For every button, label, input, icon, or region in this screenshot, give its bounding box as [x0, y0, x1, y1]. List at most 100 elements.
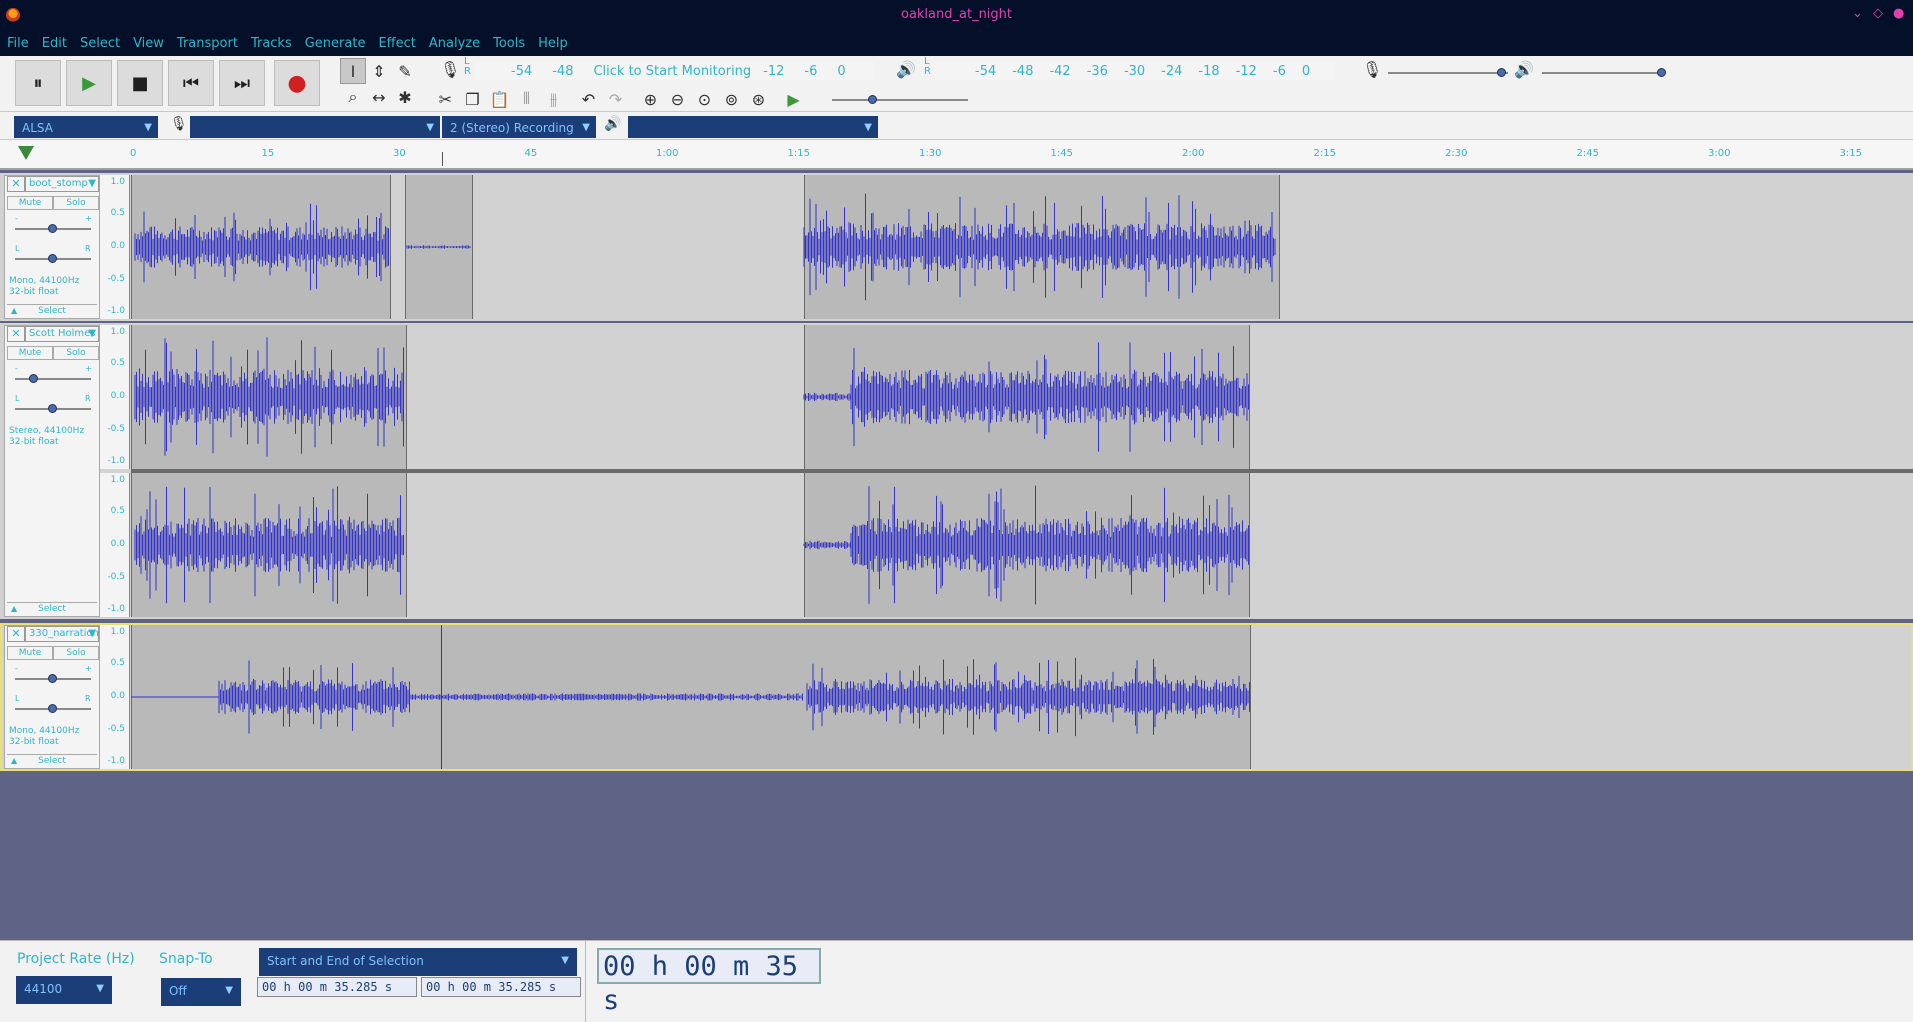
mute-button[interactable]: Mute	[7, 346, 53, 360]
track-name-menu[interactable]: Scott Holmes ▼	[25, 326, 99, 342]
menu-file[interactable]: File	[7, 36, 29, 51]
pan-thumb[interactable]	[48, 254, 57, 263]
record-meter[interactable]: -54 -48 Click to Start Monitoring -12 -6…	[475, 62, 875, 80]
chevron-down-icon: ▼	[561, 955, 569, 966]
scale-label: 0.0	[110, 241, 125, 251]
mute-button[interactable]: Mute	[7, 646, 53, 660]
pan-left-label: L	[15, 694, 20, 703]
pan-left-label: L	[15, 244, 20, 253]
track-select-button[interactable]: Select	[7, 754, 97, 768]
project-rate-dropdown[interactable]: 44100 ▼	[16, 976, 112, 1004]
menu-select[interactable]: Select	[80, 36, 120, 51]
solo-button[interactable]: Solo	[53, 346, 99, 360]
play-at-speed-icon[interactable]: ▶	[780, 86, 807, 112]
menu-effect[interactable]: Effect	[378, 36, 415, 51]
close-track-icon[interactable]: ✕	[7, 176, 25, 192]
timeline-ruler[interactable]	[0, 140, 1913, 170]
draw-tool-icon[interactable]: ✎	[392, 58, 418, 84]
pin-playhead-icon[interactable]	[18, 146, 34, 160]
chevron-down-icon: ▼	[88, 328, 96, 339]
recording-device-dropdown[interactable]: ▼	[190, 116, 440, 138]
multi-tool-icon[interactable]: ✱	[392, 84, 418, 110]
record-meter-mic-icon[interactable]: 🎙	[440, 60, 460, 79]
pause-icon: ⏸	[33, 72, 43, 94]
zoom-in-icon[interactable]: ⊕	[637, 86, 664, 112]
playback-device-dropdown[interactable]: ▼	[628, 116, 878, 138]
mute-button[interactable]: Mute	[7, 196, 53, 210]
close-icon[interactable]: ●	[1893, 6, 1904, 21]
gain-thumb[interactable]	[48, 674, 57, 683]
skip-to-end-button[interactable]: ⏭	[219, 60, 265, 106]
cut-icon[interactable]: ✂	[432, 86, 459, 112]
audio-position-display[interactable]: 00 h 00 m 35 s	[597, 948, 821, 1016]
record-volume-slider[interactable]	[1388, 72, 1508, 74]
snap-to-label: Snap-To	[159, 951, 213, 967]
track-format-info: Mono, 44100Hz	[9, 726, 80, 736]
track-select-button[interactable]: Select	[7, 304, 97, 318]
pan-thumb[interactable]	[48, 704, 57, 713]
playback-tick: -36	[1086, 63, 1108, 79]
playback-volume-slider[interactable]	[1542, 72, 1662, 74]
close-track-icon[interactable]: ✕	[7, 326, 25, 342]
amplitude-scale: 1.0 0.5 0.0 -0.5 -1.0	[100, 175, 130, 319]
collapse-track-icon[interactable]: ▲	[11, 756, 17, 765]
close-track-icon[interactable]: ✕	[7, 626, 25, 642]
playback-volume-thumb[interactable]	[1657, 68, 1666, 77]
fit-selection-icon[interactable]: ⊙	[691, 86, 718, 112]
silence-icon[interactable]: ⫵	[540, 86, 567, 112]
menu-generate[interactable]: Generate	[305, 36, 366, 51]
play-button[interactable]: ▶	[66, 60, 112, 106]
menu-transport[interactable]: Transport	[177, 36, 238, 51]
recording-channels-dropdown[interactable]: 2 (Stereo) Recording Channels ▼	[442, 116, 596, 138]
record-volume-thumb[interactable]	[1497, 68, 1506, 77]
snap-to-dropdown[interactable]: Off ▼	[161, 978, 241, 1006]
maximize-icon[interactable]: ◇	[1873, 6, 1883, 21]
menu-view[interactable]: View	[133, 36, 164, 51]
amplitude-scale: 1.0 0.5 0.0 -0.5 -1.0	[100, 473, 130, 617]
playback-tick: -42	[1049, 63, 1071, 79]
solo-button[interactable]: Solo	[53, 646, 99, 660]
copy-icon[interactable]: ❐	[459, 86, 486, 112]
audio-host-dropdown[interactable]: ALSA ▼	[14, 116, 158, 138]
trim-icon[interactable]: ⫴	[513, 86, 540, 112]
track-name-menu[interactable]: 330_narration ▼	[25, 626, 99, 642]
solo-button[interactable]: Solo	[53, 196, 99, 210]
fit-project-icon[interactable]: ⊚	[718, 86, 745, 112]
paste-icon[interactable]: 📋	[486, 86, 513, 112]
collapse-track-icon[interactable]: ▲	[11, 306, 17, 315]
redo-icon[interactable]: ↷	[602, 86, 629, 112]
timeshift-tool-icon[interactable]: ↔	[366, 84, 392, 110]
play-at-speed-thumb[interactable]	[867, 95, 877, 104]
menu-analyze[interactable]: Analyze	[429, 36, 480, 51]
track-select-button[interactable]: Select	[7, 602, 97, 616]
selection-end-time[interactable]: 00 h 00 m 35.285 s	[421, 977, 581, 997]
envelope-tool-icon[interactable]: ⇕	[366, 58, 392, 84]
monitor-text[interactable]: Click to Start Monitoring	[593, 64, 751, 79]
menu-help[interactable]: Help	[538, 36, 568, 51]
gain-thumb[interactable]	[48, 224, 57, 233]
gain-slider[interactable]	[15, 378, 91, 380]
minimize-icon[interactable]: ⌄	[1852, 6, 1863, 21]
scale-label: -0.5	[107, 274, 125, 284]
stop-button[interactable]: ■	[117, 60, 163, 106]
selection-tool-icon[interactable]: I	[340, 58, 366, 84]
menu-edit[interactable]: Edit	[42, 36, 67, 51]
pan-thumb[interactable]	[48, 404, 57, 413]
zoom-toggle-icon[interactable]: ⊛	[745, 86, 772, 112]
undo-icon[interactable]: ↶	[575, 86, 602, 112]
collapse-track-icon[interactable]: ▲	[11, 604, 17, 613]
menu-tracks[interactable]: Tracks	[251, 36, 292, 51]
skip-to-start-button[interactable]: ⏮	[168, 60, 214, 106]
selection-mode-dropdown[interactable]: Start and End of Selection ▼	[259, 948, 577, 976]
pause-button[interactable]: ⏸	[15, 60, 61, 106]
zoom-out-icon[interactable]: ⊖	[664, 86, 691, 112]
playback-meter-speaker-icon[interactable]: 🔊	[896, 60, 916, 79]
track-name-menu[interactable]: boot_stomp ▼	[25, 176, 99, 192]
play-at-speed-slider[interactable]	[832, 99, 968, 101]
zoom-tool-icon[interactable]: ⌕	[340, 84, 366, 110]
menu-tools[interactable]: Tools	[493, 36, 525, 51]
record-button[interactable]: ●	[274, 60, 320, 106]
gain-thumb[interactable]	[29, 374, 38, 383]
selection-start-time[interactable]: 00 h 00 m 35.285 s	[257, 977, 417, 997]
playback-meter[interactable]: -54 -48 -42 -36 -30 -24 -18 -12 -6 0	[935, 62, 1335, 80]
